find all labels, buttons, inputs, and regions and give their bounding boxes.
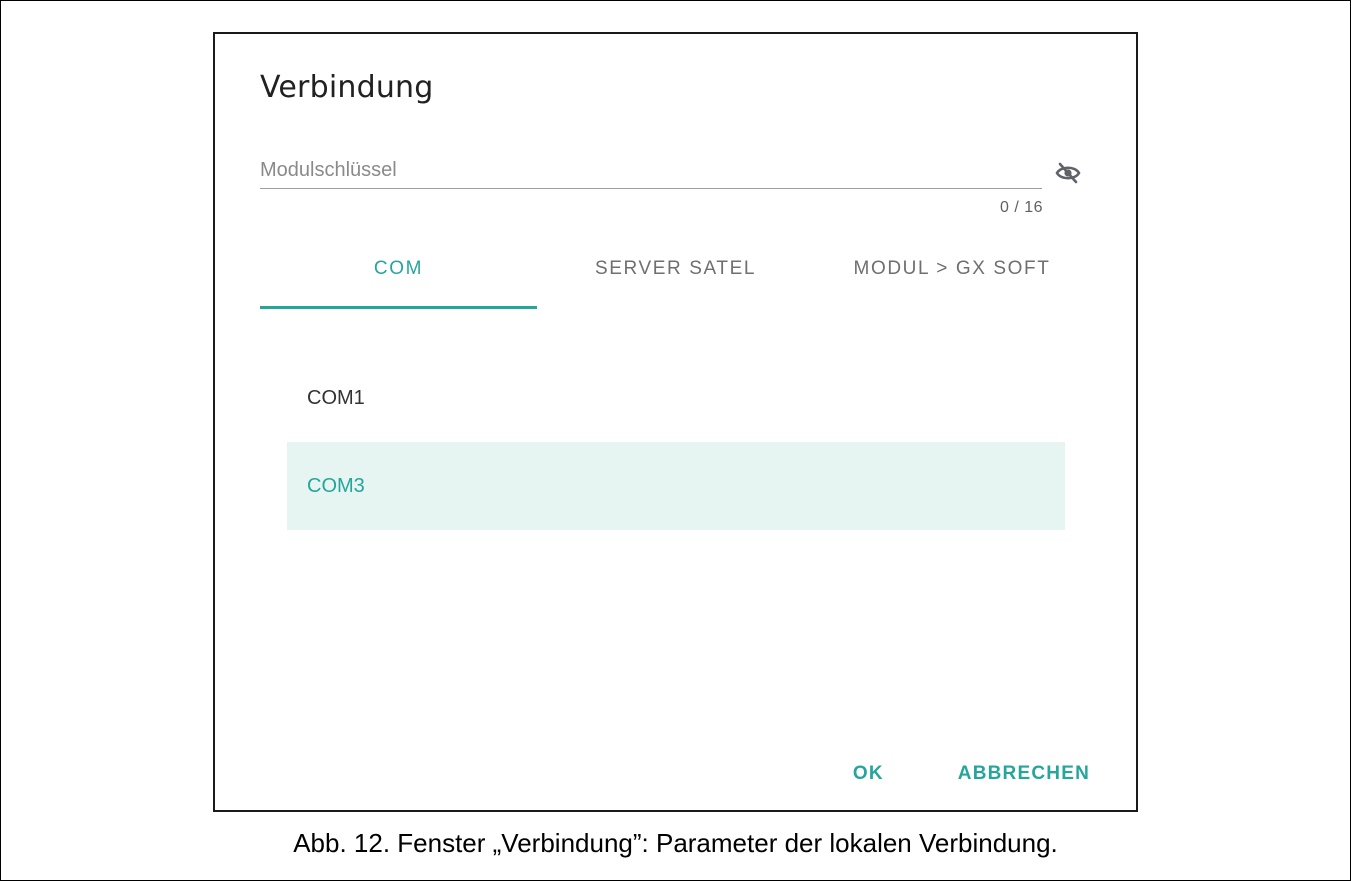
character-counter: 0 / 16 — [999, 199, 1043, 216]
connection-dialog: Verbindung 0 / 16 COM SERVER SATEL MODUL… — [213, 32, 1138, 812]
active-tab-indicator — [260, 306, 537, 309]
dialog-title: Verbindung — [260, 70, 434, 105]
com-port-list: COM1 COM3 — [287, 354, 1065, 530]
ok-button[interactable]: OK — [853, 763, 884, 785]
figure-caption: Abb. 12. Fenster „Verbindung”: Parameter… — [293, 828, 1058, 858]
tab-server-satel[interactable]: SERVER SATEL — [537, 249, 814, 309]
tab-com[interactable]: COM — [260, 249, 537, 309]
module-key-input[interactable] — [260, 154, 1042, 186]
eye-off-icon[interactable] — [1055, 162, 1081, 184]
module-key-field — [260, 154, 1042, 189]
cancel-button[interactable]: ABBRECHEN — [958, 763, 1090, 785]
connection-tabs: COM SERVER SATEL MODUL > GX SOFT — [260, 249, 1090, 311]
dialog-actions: OK ABBRECHEN — [853, 754, 1090, 794]
list-item-com1[interactable]: COM1 — [287, 354, 1065, 442]
list-item-com3[interactable]: COM3 — [287, 442, 1065, 530]
tab-modul-gx-soft[interactable]: MODUL > GX SOFT — [814, 249, 1090, 309]
